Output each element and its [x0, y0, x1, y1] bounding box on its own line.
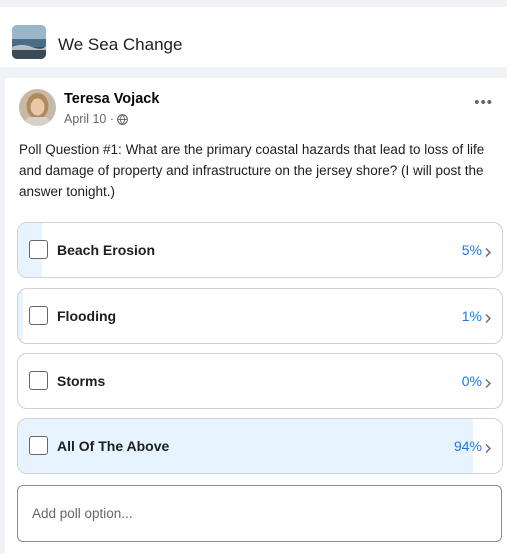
poll-option[interactable]: Beach Erosion 5%: [17, 222, 503, 278]
group-header: We Sea Change: [0, 7, 507, 67]
group-title[interactable]: We Sea Change: [58, 35, 182, 55]
poll-option-checkbox[interactable]: [29, 240, 48, 259]
poll-option-percent[interactable]: 0%: [462, 373, 492, 389]
poll-option-label: All Of The Above: [57, 438, 170, 454]
poll-option[interactable]: Flooding 1%: [17, 288, 503, 344]
group-thumbnail[interactable]: [12, 25, 46, 59]
poll-option-label: Storms: [57, 373, 106, 389]
author-name[interactable]: Teresa Vojack: [64, 91, 159, 107]
poll-option-percent-text: 5%: [461, 242, 482, 258]
add-poll-option[interactable]: [17, 485, 502, 542]
beach-photo-icon: [12, 25, 46, 59]
poll-question: Poll Question #1: What are the primary c…: [19, 142, 485, 199]
poll-option-label: Beach Erosion: [57, 242, 156, 258]
poll-option[interactable]: All Of The Above 94%: [17, 418, 503, 474]
poll-option-percent-text: 1%: [461, 308, 482, 324]
chevron-right-icon: [484, 376, 492, 388]
poll-option-label: Flooding: [57, 308, 117, 324]
add-poll-option-input[interactable]: [18, 486, 501, 541]
poll-option-percent[interactable]: 1%: [462, 308, 492, 324]
poll-option-percent[interactable]: 94%: [454, 438, 492, 454]
post-meta: April 10 ·: [64, 112, 128, 126]
chevron-right-icon: [484, 441, 492, 453]
chevron-right-icon: [484, 245, 492, 257]
poll-option-percent-text: 0%: [461, 373, 482, 389]
poll-option[interactable]: Storms 0%: [17, 353, 503, 409]
poll-option-result-bar: [18, 289, 23, 343]
poll-option-checkbox[interactable]: [29, 436, 48, 455]
profile-photo-icon: [19, 89, 56, 126]
poll-option-percent[interactable]: 5%: [462, 242, 492, 258]
post-card: Teresa Vojack April 10 · ••• Poll Questi…: [5, 78, 507, 554]
globe-icon: [117, 113, 128, 125]
poll-option-checkbox[interactable]: [29, 306, 48, 325]
poll-option-percent-text: 94%: [453, 438, 482, 454]
chevron-right-icon: [484, 311, 492, 323]
avatar[interactable]: [19, 89, 56, 126]
poll-option-checkbox[interactable]: [29, 371, 48, 390]
more-icon[interactable]: •••: [474, 95, 493, 110]
post-date[interactable]: April 10 ·: [64, 112, 114, 126]
